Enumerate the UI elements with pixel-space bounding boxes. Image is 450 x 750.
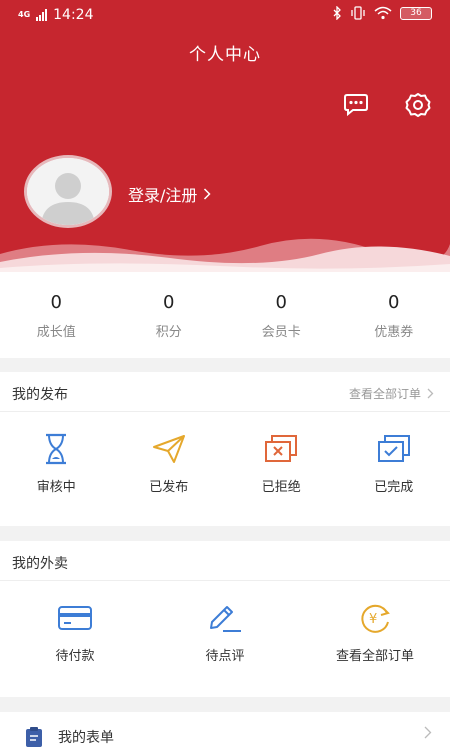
status-bar: 4G 14:24 36 — [0, 0, 450, 30]
chevron-right-icon — [204, 188, 211, 200]
login-register-link[interactable]: 登录/注册 — [128, 182, 211, 206]
my-forms-label: 我的表单 — [58, 730, 114, 746]
paper-plane-icon — [152, 435, 185, 463]
stat-label: 会员卡 — [261, 325, 301, 340]
page-title: 个人中心 — [189, 45, 261, 65]
wifi-icon — [374, 6, 392, 20]
stat-points[interactable]: 0 积分 — [113, 272, 226, 358]
settings-button[interactable] — [403, 90, 433, 120]
bluetooth-icon — [333, 6, 341, 20]
user-avatar-icon — [27, 158, 109, 225]
profile-header: 4G 14:24 36 个人中心 登录/注册 — [0, 0, 450, 272]
post-status-pending[interactable]: 审核中 — [0, 412, 113, 495]
pencil-icon — [210, 606, 241, 632]
stat-value: 0 — [163, 292, 175, 313]
view-all-orders-link[interactable]: 查看全部订单 — [349, 385, 434, 402]
section-title: 我的外卖 — [12, 556, 68, 572]
takeout-view-all-orders[interactable]: ¥ 查看全部订单 — [300, 581, 450, 664]
takeout-pending-payment[interactable]: 待付款 — [0, 581, 150, 664]
stats-bar: 0 成长值 0 积分 0 会员卡 0 优惠券 — [0, 272, 450, 358]
stat-value: 0 — [388, 292, 400, 313]
chevron-right-icon — [424, 726, 432, 739]
stat-value: 0 — [275, 292, 287, 313]
post-status-rejected[interactable]: 已拒绝 — [225, 412, 338, 495]
takeout-label: 查看全部订单 — [335, 649, 414, 664]
post-status-published[interactable]: 已发布 — [113, 412, 226, 495]
message-button[interactable] — [341, 90, 371, 120]
post-status-completed[interactable]: 已完成 — [338, 412, 450, 495]
network-label: 4G — [18, 10, 31, 19]
completed-doc-icon — [377, 435, 410, 462]
post-status-label: 审核中 — [36, 480, 76, 495]
message-icon — [344, 94, 368, 117]
signal-icon — [36, 9, 48, 21]
stat-value: 0 — [50, 292, 62, 313]
gear-icon — [405, 93, 431, 117]
my-posts-section: 我的发布 查看全部订单 审核中 已发布 已拒绝 已完成 — [0, 372, 450, 526]
header-wave-decoration — [0, 238, 450, 272]
takeout-pending-review[interactable]: 待点评 — [150, 581, 300, 664]
chevron-right-icon — [427, 388, 434, 399]
svg-text:¥: ¥ — [369, 612, 377, 627]
hourglass-icon — [46, 433, 67, 465]
clipboard-icon — [26, 727, 42, 747]
section-title: 我的发布 — [12, 387, 68, 403]
rejected-doc-icon — [265, 435, 298, 462]
credit-card-icon — [58, 606, 92, 630]
post-status-label: 已拒绝 — [261, 480, 301, 495]
stat-label: 优惠券 — [374, 325, 414, 340]
section-header: 我的发布 查看全部订单 — [0, 372, 450, 412]
avatar[interactable] — [24, 155, 114, 230]
status-time: 14:24 — [53, 7, 94, 23]
section-header: 我的外卖 — [0, 541, 450, 581]
view-all-label: 查看全部订单 — [348, 387, 421, 401]
stat-label: 积分 — [155, 325, 182, 340]
my-forms-row[interactable]: 我的表单 — [0, 712, 450, 750]
my-takeout-section: 我的外卖 待付款 待点评 ¥ 查看全部订单 — [0, 541, 450, 697]
vibrate-icon — [351, 6, 365, 20]
stat-growth[interactable]: 0 成长值 — [0, 272, 113, 358]
post-status-label: 已发布 — [149, 480, 189, 495]
stat-member-card[interactable]: 0 会员卡 — [225, 272, 338, 358]
stat-coupons[interactable]: 0 优惠券 — [338, 272, 450, 358]
login-label: 登录/注册 — [128, 186, 198, 205]
takeout-label: 待点评 — [205, 649, 245, 664]
takeout-label: 待付款 — [55, 649, 95, 664]
battery-indicator: 36 — [400, 6, 432, 20]
yuan-refresh-icon: ¥ — [361, 604, 390, 633]
stat-label: 成长值 — [36, 325, 76, 340]
post-status-label: 已完成 — [374, 480, 414, 495]
